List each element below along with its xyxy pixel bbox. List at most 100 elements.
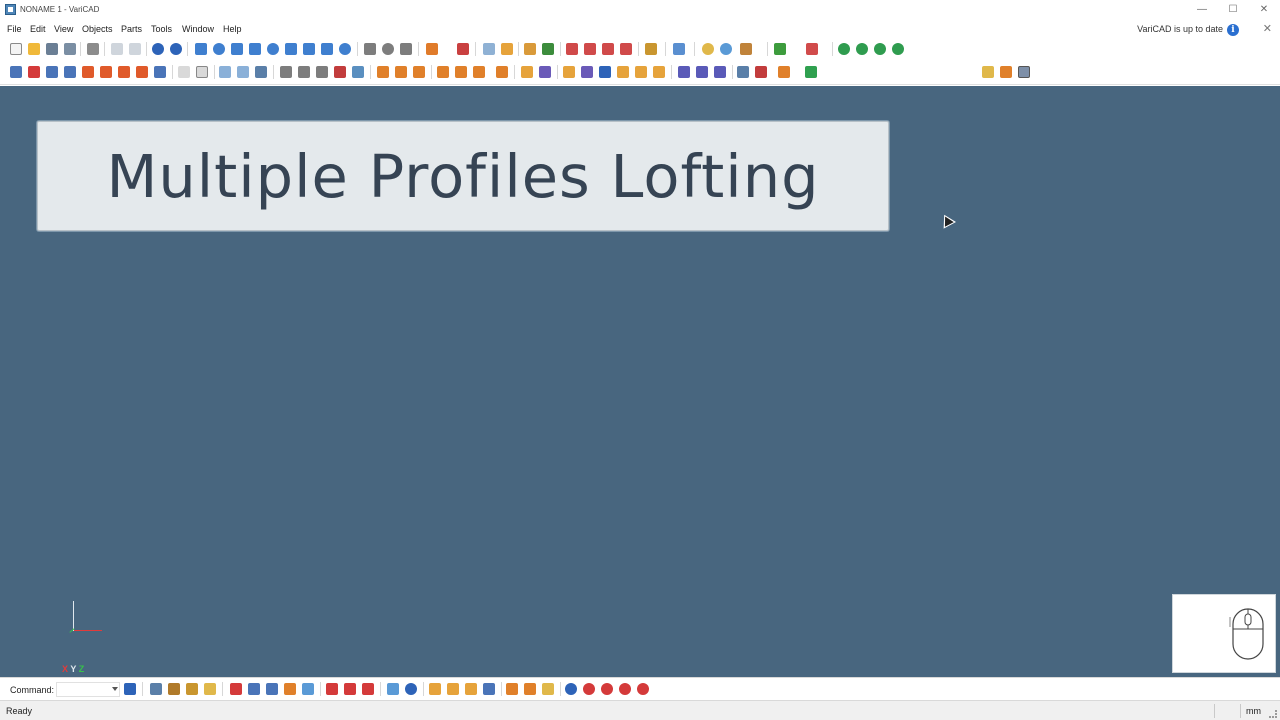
offset-icon[interactable]: [255, 66, 267, 78]
prism-solid-icon[interactable]: [285, 43, 297, 55]
pipe-icon[interactable]: [316, 66, 328, 78]
redo-icon[interactable]: [170, 43, 182, 55]
revolve-solid-icon[interactable]: [303, 43, 315, 55]
cmd-cancel-1-icon[interactable]: [583, 683, 595, 695]
menu-parts[interactable]: Parts: [121, 24, 142, 34]
dimension-icon[interactable]: [678, 66, 690, 78]
bom-icon[interactable]: [426, 43, 438, 55]
cmd-view-icon[interactable]: [150, 683, 162, 695]
shell-icon[interactable]: [196, 66, 208, 78]
loft-solid-icon[interactable]: [321, 43, 333, 55]
cmd-pencil-icon[interactable]: [186, 683, 198, 695]
menu-edit[interactable]: Edit: [30, 24, 46, 34]
move-part-icon[interactable]: [542, 43, 554, 55]
boolean-cut-icon[interactable]: [118, 66, 130, 78]
cmd-select-all-icon[interactable]: [248, 683, 260, 695]
cmd-snap-3-icon[interactable]: [465, 683, 477, 695]
menu-tools[interactable]: Tools: [151, 24, 172, 34]
undo-icon[interactable]: [152, 43, 164, 55]
command-export-icon[interactable]: [124, 683, 136, 695]
cmd-snap-2-icon[interactable]: [447, 683, 459, 695]
cmd-snap-1-icon[interactable]: [429, 683, 441, 695]
cmd-confirm-icon[interactable]: [565, 683, 577, 695]
cmd-red-2-icon[interactable]: [344, 683, 356, 695]
link-icon[interactable]: [635, 66, 647, 78]
property-icon[interactable]: [563, 66, 575, 78]
boolean-subtract-icon[interactable]: [100, 66, 112, 78]
render-icon[interactable]: [673, 43, 685, 55]
cmd-cancel-4-icon[interactable]: [637, 683, 649, 695]
fillet-icon[interactable]: [178, 66, 190, 78]
solid-edit-icon[interactable]: [46, 66, 58, 78]
detail-view-icon[interactable]: [714, 66, 726, 78]
array-icon[interactable]: [437, 66, 449, 78]
zoom-real-icon[interactable]: [892, 43, 904, 55]
hole-icon[interactable]: [457, 43, 469, 55]
align-icon[interactable]: [64, 66, 76, 78]
zoom-previous-icon[interactable]: [874, 43, 886, 55]
cmd-orbit-icon[interactable]: [405, 683, 417, 695]
zoom-all-icon[interactable]: [720, 43, 732, 55]
cylinder-solid-icon[interactable]: [213, 43, 225, 55]
minimize-button[interactable]: —: [1187, 2, 1217, 18]
rotate-solid-icon[interactable]: [413, 66, 425, 78]
open-file-icon[interactable]: [28, 43, 40, 55]
delete-icon[interactable]: [28, 66, 40, 78]
check-interference-icon[interactable]: [521, 66, 533, 78]
cmd-snap-4-icon[interactable]: [483, 683, 495, 695]
switch-2d-3d-icon[interactable]: [1000, 66, 1012, 78]
insert-part-icon[interactable]: [524, 43, 536, 55]
bolt-icon[interactable]: [364, 43, 376, 55]
cmd-drop-icon[interactable]: [302, 683, 314, 695]
resize-grip-icon[interactable]: [1269, 710, 1277, 718]
coordinate-icon[interactable]: [599, 66, 611, 78]
cone-solid-icon[interactable]: [231, 43, 243, 55]
export-2d-icon[interactable]: [737, 66, 749, 78]
switch-2d-icon[interactable]: [982, 66, 994, 78]
attribute-icon[interactable]: [617, 66, 629, 78]
info-icon[interactable]: i: [1227, 24, 1239, 36]
menu-window[interactable]: Window: [182, 24, 214, 34]
cmd-hat-icon[interactable]: [168, 683, 180, 695]
thread-icon[interactable]: [280, 66, 292, 78]
menu-help[interactable]: Help: [223, 24, 242, 34]
zoom-out-icon[interactable]: [856, 43, 868, 55]
explode-icon[interactable]: [154, 66, 166, 78]
zoom-in-icon[interactable]: [838, 43, 850, 55]
torus-solid-icon[interactable]: [267, 43, 279, 55]
transform-icon[interactable]: [10, 66, 22, 78]
cmd-rotate-icon[interactable]: [387, 683, 399, 695]
close-button[interactable]: ✕: [1249, 2, 1279, 18]
cmd-point-2-icon[interactable]: [524, 683, 536, 695]
library-icon[interactable]: [778, 66, 790, 78]
close-document-icon[interactable]: ✕: [1263, 22, 1272, 35]
color-picker-icon[interactable]: [805, 66, 817, 78]
box-solid-icon[interactable]: [195, 43, 207, 55]
copy-solid-icon[interactable]: [377, 66, 389, 78]
settings-icon[interactable]: [755, 66, 767, 78]
view-cube-icon[interactable]: [740, 43, 752, 55]
maximize-button[interactable]: ☐: [1218, 2, 1248, 18]
switch-3d-icon[interactable]: [1018, 66, 1030, 78]
new-file-icon[interactable]: [10, 43, 22, 55]
zoom-window-icon[interactable]: [702, 43, 714, 55]
groove-icon[interactable]: [298, 66, 310, 78]
menu-view[interactable]: View: [54, 24, 73, 34]
cmd-text-icon[interactable]: [204, 683, 216, 695]
edit-pencil-icon[interactable]: [645, 43, 657, 55]
copy-icon[interactable]: [111, 43, 123, 55]
draft-icon[interactable]: [237, 66, 249, 78]
help-icon[interactable]: [653, 66, 665, 78]
viewport-3d[interactable]: Multiple Profiles Lofting X Y Z: [0, 86, 1280, 677]
cmd-select-icon[interactable]: [230, 683, 242, 695]
save-icon[interactable]: [46, 43, 58, 55]
scale-icon[interactable]: [473, 66, 485, 78]
boolean-intersect-icon[interactable]: [136, 66, 148, 78]
bearing-icon[interactable]: [382, 43, 394, 55]
paste-icon[interactable]: [129, 43, 141, 55]
chamfer-icon[interactable]: [219, 66, 231, 78]
query-area-icon[interactable]: [620, 43, 632, 55]
cmd-point-1-icon[interactable]: [506, 683, 518, 695]
mass-icon[interactable]: [581, 66, 593, 78]
command-input[interactable]: [56, 682, 120, 697]
